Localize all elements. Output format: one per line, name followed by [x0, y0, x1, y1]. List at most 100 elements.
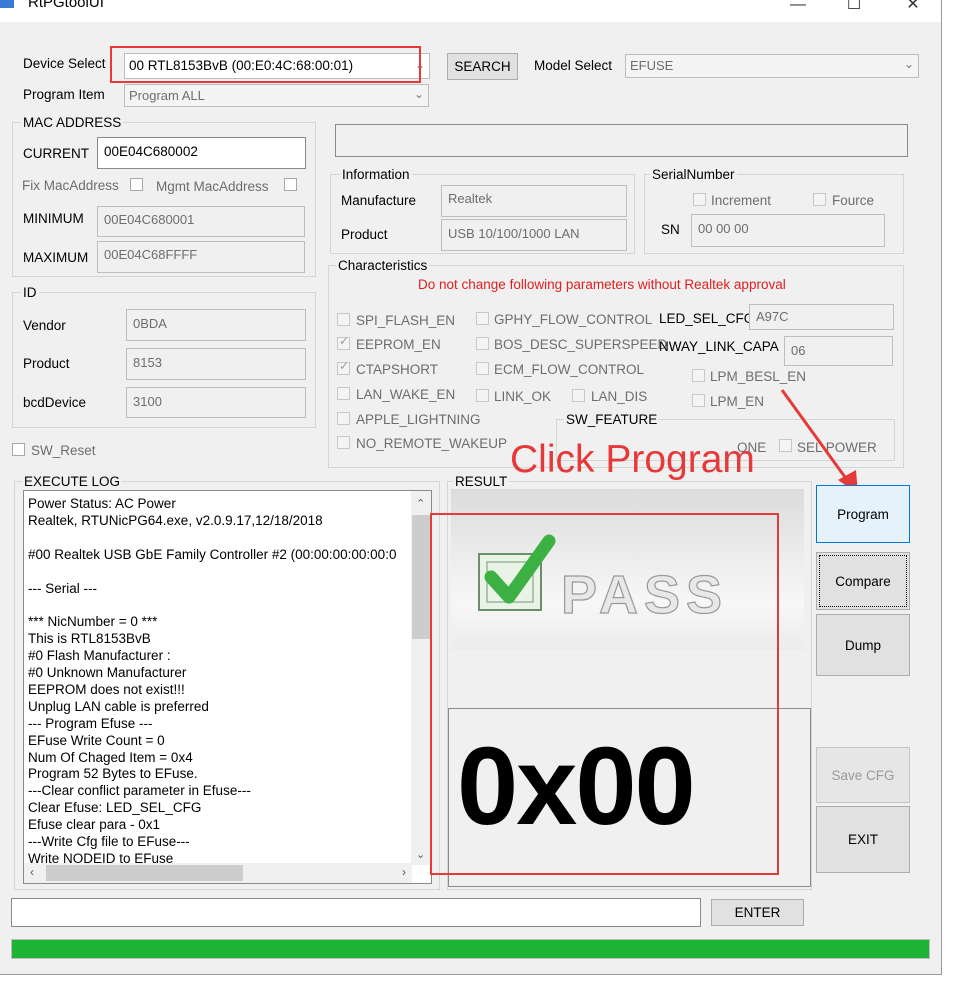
mgmt-mac-checkbox[interactable]	[284, 178, 297, 191]
fix-mac-checkbox[interactable]	[130, 178, 143, 191]
search-button[interactable]: SEARCH	[447, 53, 518, 80]
compare-button[interactable]: Compare	[816, 552, 910, 610]
program-button[interactable]: Program	[816, 485, 910, 543]
log-line: #0 Flash Manufacturer :	[28, 648, 171, 664]
mac-address-group-title: MAC ADDRESS	[21, 115, 124, 130]
dump-button[interactable]: Dump	[816, 614, 910, 676]
chevron-down-icon: ⌄	[903, 57, 914, 71]
lpm-en-label: LPM_EN	[710, 394, 765, 409]
bos-desc-superspeed-checkbox[interactable]	[476, 337, 489, 350]
sn-label: SN	[661, 222, 680, 237]
scroll-left-icon[interactable]: ‹	[30, 865, 34, 879]
command-input[interactable]	[11, 898, 701, 927]
execute-log-textarea[interactable]: Power Status: AC Power Realtek, RTUNicPG6…	[23, 490, 432, 884]
device-select-label: Device Select	[23, 56, 106, 71]
gphy-flow-control-checkbox[interactable]	[476, 312, 489, 325]
sw-feature-group-title: SW_FEATURE	[564, 412, 660, 427]
lpm-en-checkbox[interactable]	[692, 394, 705, 407]
close-icon[interactable]: ✕	[893, 0, 933, 18]
log-line: Program 52 Bytes to EFuse.	[28, 766, 198, 782]
model-select-label: Model Select	[534, 58, 613, 73]
nway-link-capa-label: NWAY_LINK_CAPA	[659, 339, 779, 354]
log-line: Unplug LAN cable is preferred	[28, 698, 209, 714]
id-product-field: 8153	[126, 348, 306, 380]
scroll-up-icon[interactable]: ⌃	[416, 497, 425, 510]
maximum-mac-field: 00E04C68FFFF	[97, 241, 305, 273]
check-icon: ✓	[339, 334, 350, 348]
log-line: Num Of Chaged Item = 0x4	[28, 749, 193, 765]
sw-reset-checkbox[interactable]	[12, 443, 25, 456]
spi-flash-en-checkbox[interactable]	[337, 313, 350, 326]
window-title: RtPGtoolUI	[28, 0, 104, 11]
sw-reset-label: SW_Reset	[31, 443, 96, 458]
log-line: Clear Efuse: LED_SEL_CFG	[28, 800, 202, 816]
title-bar: RtPGtoolUI — ☐ ✕	[0, 0, 941, 22]
lan-dis-label: LAN_DIS	[591, 389, 648, 404]
log-line: Realtek, RTUNicPG64.exe, v2.0.9.17,12/18…	[28, 512, 323, 528]
log-line: --- Program Efuse ---	[28, 715, 153, 731]
save-cfg-button[interactable]: Save CFG	[816, 747, 910, 803]
fix-mac-label: Fix MacAddress	[22, 178, 119, 193]
no-remote-wakeup-label: NO_REMOTE_WAKEUP	[356, 436, 508, 451]
program-item-dropdown[interactable]: Program ALL ⌄	[124, 84, 429, 107]
characteristics-group-title: Characteristics	[336, 258, 430, 273]
minimum-mac-field: 00E04C680001	[97, 206, 305, 237]
warning-text: Do not change following parameters witho…	[418, 277, 786, 292]
log-hscroll-thumb[interactable]	[46, 865, 243, 881]
ctapshort-checkbox[interactable]: ✓	[337, 359, 350, 375]
bos-desc-superspeed-label: BOS_DESC_SUPERSPEED	[494, 337, 668, 352]
exit-button[interactable]: EXIT	[816, 806, 910, 873]
annotation-result-box	[430, 513, 779, 875]
manufacture-label: Manufacture	[341, 193, 417, 208]
ctapshort-label: CTAPSHORT	[356, 362, 439, 377]
gphy-flow-control-label: GPHY_FLOW_CONTROL	[494, 312, 653, 327]
program-item-value: Program ALL	[129, 88, 205, 103]
model-select-dropdown[interactable]: EFUSE ⌄	[625, 54, 919, 78]
enter-button[interactable]: ENTER	[711, 899, 804, 926]
minimize-icon[interactable]: —	[778, 0, 818, 18]
model-select-value: EFUSE	[630, 58, 674, 73]
bcd-device-field: 3100	[126, 387, 306, 418]
bcd-device-label: bcdDevice	[23, 395, 87, 410]
no-remote-wakeup-checkbox[interactable]	[337, 436, 350, 449]
log-horizontal-scrollbar[interactable]: ‹ ›	[24, 863, 412, 883]
vendor-field: 0BDA	[126, 309, 306, 341]
manufacture-field: Realtek	[441, 185, 627, 217]
log-line: #0 Unknown Manufacturer	[28, 665, 187, 680]
status-panel	[335, 124, 908, 157]
scroll-right-icon[interactable]: ›	[402, 865, 406, 879]
minimum-mac-label: MINIMUM	[23, 211, 84, 226]
lan-wake-en-checkbox[interactable]	[337, 387, 350, 400]
apple-lightning-checkbox[interactable]	[337, 412, 350, 425]
program-item-label: Program Item	[23, 87, 105, 102]
progress-fill	[12, 940, 929, 958]
log-scroll-thumb[interactable]	[412, 515, 430, 639]
log-line: EFuse Write Count = 0	[28, 732, 165, 748]
increment-label: Increment	[711, 193, 772, 208]
fource-checkbox[interactable]	[813, 193, 826, 206]
progress-bar	[11, 939, 930, 959]
eeprom-en-checkbox[interactable]: ✓	[337, 334, 350, 350]
annotation-device-select-box	[110, 46, 421, 83]
log-vertical-scrollbar[interactable]: ⌃ ⌄	[411, 491, 431, 865]
led-sel-cfg-field[interactable]: A97C	[749, 304, 894, 330]
nway-link-capa-field[interactable]: 06	[784, 336, 893, 366]
lpm-besl-en-checkbox[interactable]	[692, 369, 705, 382]
link-ok-checkbox[interactable]	[476, 389, 489, 402]
info-product-label: Product	[341, 227, 388, 242]
vendor-label: Vendor	[23, 318, 66, 333]
result-group-title: RESULT	[453, 474, 510, 489]
id-product-label: Product	[23, 356, 70, 371]
apple-lightning-label: APPLE_LIGHTNING	[356, 412, 481, 427]
information-group-title: Information	[340, 167, 412, 182]
current-mac-input[interactable]: 00E04C680002	[97, 137, 306, 169]
maximize-icon[interactable]: ☐	[834, 0, 874, 18]
ecm-flow-control-checkbox[interactable]	[476, 362, 489, 375]
link-ok-label: LINK_OK	[494, 389, 552, 404]
log-line: This is RTL8153BvB	[28, 631, 151, 647]
mgmt-mac-label: Mgmt MacAddress	[156, 179, 269, 194]
increment-checkbox[interactable]	[693, 193, 706, 206]
lan-dis-checkbox[interactable]	[572, 389, 585, 402]
log-line: EEPROM does not exist!!!	[28, 681, 185, 697]
scroll-down-icon[interactable]: ⌄	[416, 848, 425, 861]
